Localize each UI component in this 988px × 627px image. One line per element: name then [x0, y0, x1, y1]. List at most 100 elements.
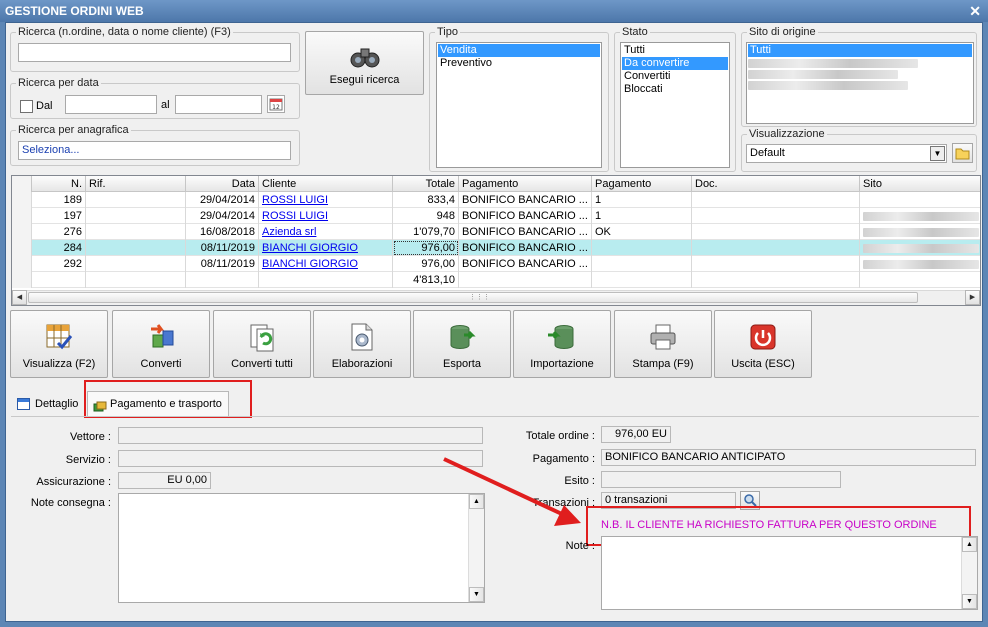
stato-item-bloccati[interactable]: Bloccati [622, 83, 728, 96]
al-label: al [161, 99, 170, 111]
col-rif[interactable]: Rif. [86, 176, 186, 192]
note-consegna-textarea[interactable]: ▲ ▼ [118, 493, 485, 603]
customer-link[interactable]: BIANCHI GIORGIO [262, 242, 358, 254]
table-row[interactable]: 276 16/08/2018 Azienda srl 1'079,70 BONIFICO… [12, 224, 980, 240]
col-pagamento-2[interactable]: Pagamento [592, 176, 692, 192]
chevron-down-icon[interactable]: ▼ [930, 146, 945, 161]
grid-header: N. Rif. Data Cliente Totale Pagamento Pa… [12, 176, 980, 192]
assicurazione-field[interactable]: EU 0,00 [118, 472, 211, 489]
stampa-button[interactable]: Stampa (F9) [614, 310, 712, 378]
tipo-list[interactable]: Vendita Preventivo [436, 42, 602, 168]
sito-group: Sito di origine Tutti [741, 26, 977, 127]
date-from-input[interactable] [65, 95, 157, 114]
uscita-button[interactable]: Uscita (ESC) [714, 310, 812, 378]
customer-link[interactable]: ROSSI LUIGI [262, 210, 328, 222]
row-header[interactable] [12, 192, 32, 208]
cell-cliente[interactable]: ROSSI LUIGI [259, 208, 393, 224]
printer-icon [650, 324, 676, 350]
col-cliente[interactable]: Cliente [259, 176, 393, 192]
note-scrollbar[interactable]: ▲ ▼ [961, 537, 977, 609]
cell-cliente[interactable]: ROSSI LUIGI [259, 192, 393, 208]
col-pagamento[interactable]: Pagamento [459, 176, 592, 192]
view-legend: Visualizzazione [747, 128, 827, 141]
tipo-group: Tipo Vendita Preventivo [429, 26, 609, 172]
stato-item-tutti[interactable]: Tutti [622, 44, 728, 57]
table-row[interactable]: 189 29/04/2014 ROSSI LUIGI 833,4 BONIFICO BA… [12, 192, 980, 208]
grid-horizontal-scrollbar[interactable]: ◀ ⋮⋮⋮ ▶ [12, 290, 980, 305]
col-n[interactable]: N. [32, 176, 86, 192]
stato-item-convertiti[interactable]: Convertiti [622, 70, 728, 83]
tipo-item-vendita[interactable]: Vendita [438, 44, 600, 57]
customer-link[interactable]: BIANCHI GIORGIO [262, 258, 358, 270]
cell-sito [860, 240, 980, 256]
vettore-field[interactable] [118, 427, 483, 444]
converti-tutti-button[interactable]: Converti tutti [213, 310, 311, 378]
table-row[interactable]: 197 29/04/2014 ROSSI LUIGI 948 BONIFICO BANC… [12, 208, 980, 224]
table-row[interactable]: 292 08/11/2019 BIANCHI GIORGIO 976,00 BONIFI… [12, 256, 980, 272]
row-header[interactable] [12, 224, 32, 240]
cell-pagamento: BONIFICO BANCARIO ... [459, 192, 592, 208]
totale-ordine-field[interactable]: 976,00 EU [601, 426, 671, 443]
cell-cliente[interactable]: BIANCHI GIORGIO [259, 256, 393, 272]
converti-button[interactable]: Converti [112, 310, 210, 378]
close-icon[interactable]: ✕ [969, 0, 981, 22]
date-search-group: Ricerca per data Dal al 12 [10, 77, 300, 119]
row-header[interactable] [12, 208, 32, 224]
registry-select[interactable]: Seleziona... [18, 141, 291, 160]
dal-checkbox[interactable] [20, 100, 33, 113]
calendar-icon[interactable]: 12 [267, 95, 285, 113]
window-client: Ricerca (n.ordine, data o nome cliente) … [5, 22, 983, 622]
sito-item-tutti[interactable]: Tutti [748, 44, 972, 57]
esito-field[interactable] [601, 471, 841, 488]
row-header[interactable] [12, 240, 32, 256]
date-to-input[interactable] [175, 95, 262, 114]
document-gear-icon [351, 323, 373, 351]
blurred-site [863, 244, 979, 253]
blurred-site [863, 212, 979, 221]
cell-cliente[interactable]: BIANCHI GIORGIO [259, 240, 393, 256]
pagamento-field[interactable]: BONIFICO BANCARIO ANTICIPATO [601, 449, 976, 466]
cell-doc [692, 192, 860, 208]
search-input[interactable] [18, 43, 291, 62]
scroll-right-icon[interactable]: ▶ [965, 290, 980, 305]
sito-item-blurred[interactable] [748, 70, 898, 79]
col-doc[interactable]: Doc. [692, 176, 860, 192]
orders-grid[interactable]: N. Rif. Data Cliente Totale Pagamento Pa… [11, 175, 981, 306]
sito-item-blurred[interactable] [748, 81, 908, 90]
stato-legend: Stato [620, 26, 650, 39]
importazione-button[interactable]: Importazione [513, 310, 611, 378]
sito-list[interactable]: Tutti [746, 42, 974, 124]
tipo-item-preventivo[interactable]: Preventivo [438, 57, 600, 70]
note-textarea[interactable]: ▲ ▼ [601, 536, 978, 610]
cell-sito [860, 208, 980, 224]
cell-data: 29/04/2014 [186, 208, 259, 224]
servizio-field[interactable] [118, 450, 483, 467]
col-data[interactable]: Data [186, 176, 259, 192]
col-totale[interactable]: Totale [393, 176, 459, 192]
visualizza-button[interactable]: Visualizza (F2) [10, 310, 108, 378]
scroll-down-icon[interactable]: ▼ [469, 587, 484, 602]
row-header[interactable] [12, 256, 32, 272]
col-sito[interactable]: Sito [860, 176, 980, 192]
esporta-button[interactable]: Esporta [413, 310, 511, 378]
cell [32, 272, 86, 288]
cell-cliente[interactable]: Azienda srl [259, 224, 393, 240]
tab-dettaglio[interactable]: Dettaglio [13, 394, 84, 416]
scroll-left-icon[interactable]: ◀ [12, 290, 27, 305]
customer-link[interactable]: ROSSI LUIGI [262, 194, 328, 206]
view-select[interactable]: Default ▼ [746, 144, 947, 163]
elaborazioni-button[interactable]: Elaborazioni [313, 310, 411, 378]
cell [692, 272, 860, 288]
stato-item-da-convertire[interactable]: Da convertire [622, 57, 728, 70]
stato-list[interactable]: Tutti Da convertire Convertiti Bloccati [620, 42, 730, 168]
scroll-up-icon[interactable]: ▲ [962, 537, 977, 552]
sito-item-blurred[interactable] [748, 59, 918, 68]
sito-legend: Sito di origine [747, 26, 818, 39]
folder-icon[interactable] [952, 143, 973, 163]
scroll-thumb[interactable]: ⋮⋮⋮ [28, 292, 918, 303]
customer-link[interactable]: Azienda srl [262, 226, 316, 238]
tab-highlight-box [84, 380, 252, 418]
scroll-down-icon[interactable]: ▼ [962, 594, 977, 609]
table-row[interactable]: 284 08/11/2019 BIANCHI GIORGIO 976,00 BONIFI… [12, 240, 980, 256]
run-search-button[interactable]: Esegui ricerca [305, 31, 424, 95]
